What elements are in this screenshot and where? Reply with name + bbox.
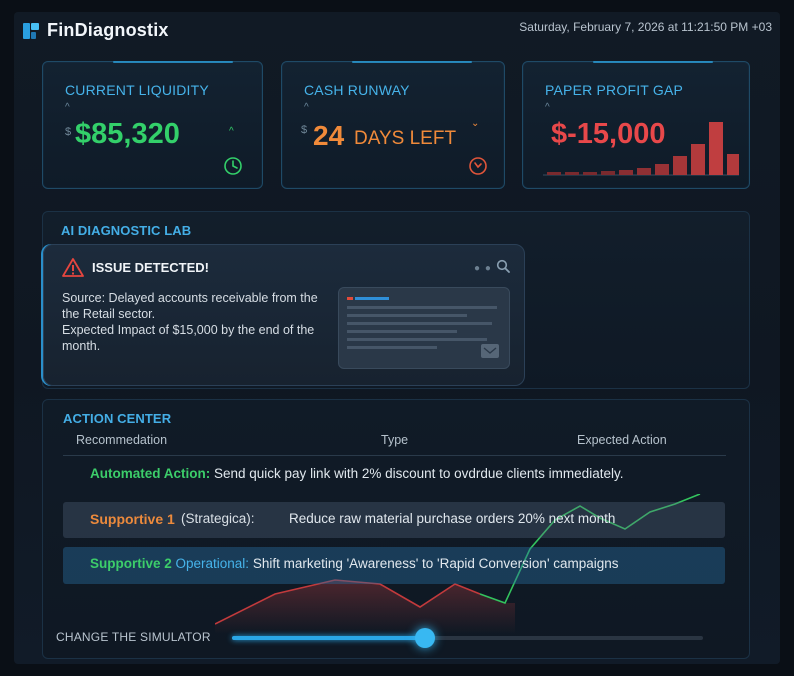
- clock-icon: [224, 157, 242, 175]
- document-preview-icon[interactable]: [338, 287, 510, 369]
- row-action: Shift marketing 'Awareness' to 'Rapid Co…: [249, 556, 619, 571]
- currency-symbol: $: [301, 124, 308, 136]
- clock-icon: [469, 157, 487, 175]
- search-icon[interactable]: [496, 259, 510, 273]
- kpi-title: PAPER PROFIT GAP: [545, 82, 684, 98]
- section-title: ACTION CENTER: [63, 411, 172, 426]
- card-glow: [113, 61, 233, 63]
- card-glow: [593, 61, 713, 63]
- kpi-title: CASH RUNWAY: [304, 82, 410, 98]
- logo[interactable]: FinDiagnostix: [22, 20, 169, 41]
- row-action: Reduce raw material purchase orders 20% …: [289, 511, 616, 526]
- row-action: Send quick pay link with 2% discount to …: [210, 466, 624, 481]
- issue-impact: Expected Impact of $15,000 by the end of…: [62, 323, 315, 353]
- more-options-icon[interactable]: ● ●: [474, 263, 492, 274]
- kpi-current-liquidity[interactable]: CURRENT LIQUIDITY ^ $ $85,320 ^: [42, 61, 263, 189]
- column-header-recommendation[interactable]: Recommedation: [76, 433, 167, 447]
- chevron-up-icon: ^: [545, 102, 550, 113]
- datetime: Saturday, February 7, 2026 at 11:21:50 P…: [519, 20, 772, 34]
- trend-up-icon: ^: [229, 126, 234, 137]
- kpi-paper-profit-gap[interactable]: PAPER PROFIT GAP ^ $-15,000: [522, 61, 750, 189]
- kpi-unit: DAYS LEFT: [354, 128, 457, 149]
- issue-card[interactable]: ISSUE DETECTED! ● ● Source: Delayed acco…: [43, 244, 525, 386]
- divider: [63, 455, 726, 456]
- recommendation-row-supportive-2-text: Supportive 2 Operational: Shift marketin…: [90, 556, 619, 571]
- slider-fill: [232, 636, 426, 640]
- action-center: ACTION CENTER Recommedation Type Expecte…: [42, 399, 750, 659]
- chevron-up-icon: ^: [304, 102, 309, 113]
- warning-icon: [62, 258, 84, 277]
- kpi-value: 24: [313, 120, 345, 151]
- currency-symbol: $: [65, 126, 72, 138]
- recommendation-row-automated[interactable]: Automated Action: Send quick pay link wi…: [90, 466, 623, 481]
- row-label: Supportive 1: [90, 511, 175, 527]
- slider-handle[interactable]: [415, 628, 436, 648]
- card-glow: [352, 61, 472, 63]
- row-type: Operational:: [171, 556, 250, 571]
- chevron-up-icon: ^: [65, 102, 70, 113]
- kpi-title: CURRENT LIQUIDITY: [65, 82, 209, 98]
- simulator-slider[interactable]: [232, 628, 703, 648]
- column-header-type[interactable]: Type: [381, 433, 408, 447]
- kpi-value: $85,320: [75, 118, 180, 150]
- app-window: FinDiagnostix Saturday, February 7, 2026…: [14, 12, 780, 664]
- app-name: FinDiagnostix: [47, 20, 169, 40]
- findiagnostix-logo-icon: [23, 22, 39, 39]
- row-label: Supportive 2: [90, 556, 172, 571]
- row-type: (Strategica):: [181, 511, 255, 526]
- section-title: AI DIAGNOSTIC LAB: [61, 223, 192, 238]
- column-header-expected-action[interactable]: Expected Action: [577, 433, 667, 447]
- issue-source: Source: Delayed accounts receivable from…: [62, 291, 318, 321]
- chevron-down-icon: ⌄: [471, 118, 480, 129]
- ai-diagnostic-lab: AI DIAGNOSTIC LAB ISSUE DETECTED! ● ● So…: [42, 211, 750, 389]
- kpi-cash-runway[interactable]: CASH RUNWAY ^ $ 24 DAYS LEFT ⌄: [281, 61, 505, 189]
- issue-title: ISSUE DETECTED!: [92, 260, 210, 275]
- issue-body: Source: Delayed accounts receivable from…: [62, 290, 330, 354]
- kpi-value: $-15,000: [551, 118, 666, 150]
- row-label: Automated Action:: [90, 466, 211, 481]
- simulator-label: CHANGE THE SIMULATOR: [56, 630, 211, 644]
